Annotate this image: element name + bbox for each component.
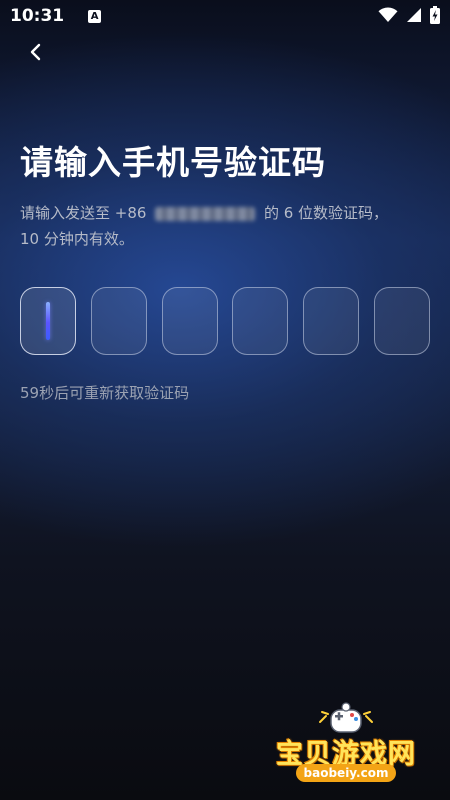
code-digit-box-3[interactable]: [161, 287, 218, 355]
watermark-domain: baobeiy.com: [296, 764, 396, 782]
notification-icon: A: [88, 9, 102, 23]
page-title: 请输入手机号验证码: [20, 143, 326, 182]
battery-charging-icon: [430, 6, 440, 24]
instruction-prefix: 请输入发送至 +86: [20, 204, 152, 222]
verification-code-input[interactable]: [20, 287, 430, 355]
gamepad-mascot-icon: [319, 702, 373, 733]
code-digit-box-2[interactable]: [90, 287, 147, 355]
code-digit-box-5[interactable]: [303, 287, 360, 355]
instruction-text: 请输入发送至 +86 的 6 位数验证码， 10 分钟内有效。: [20, 200, 430, 252]
chevron-left-icon: [30, 43, 41, 61]
instruction-suffix: 的 6 位数验证码，: [259, 204, 389, 222]
masked-phone-number: [155, 206, 256, 221]
code-digit-box-4[interactable]: [232, 287, 289, 355]
cellular-signal-icon: [407, 8, 421, 22]
code-digit-box-1[interactable]: [20, 287, 76, 355]
status-time: 10:31: [10, 6, 65, 26]
status-icons: [378, 6, 440, 24]
text-cursor: [46, 302, 50, 340]
instruction-validity: 10 分钟内有效。: [20, 230, 134, 248]
wifi-icon: [378, 7, 398, 23]
resend-countdown: 59秒后可重新获取验证码: [20, 384, 190, 402]
watermark-logo: 宝贝游戏网 baobeiy.com: [266, 702, 426, 784]
back-button[interactable]: [22, 38, 50, 66]
code-digit-box-6[interactable]: [374, 287, 430, 355]
status-bar: 10:31 A: [0, 0, 450, 32]
